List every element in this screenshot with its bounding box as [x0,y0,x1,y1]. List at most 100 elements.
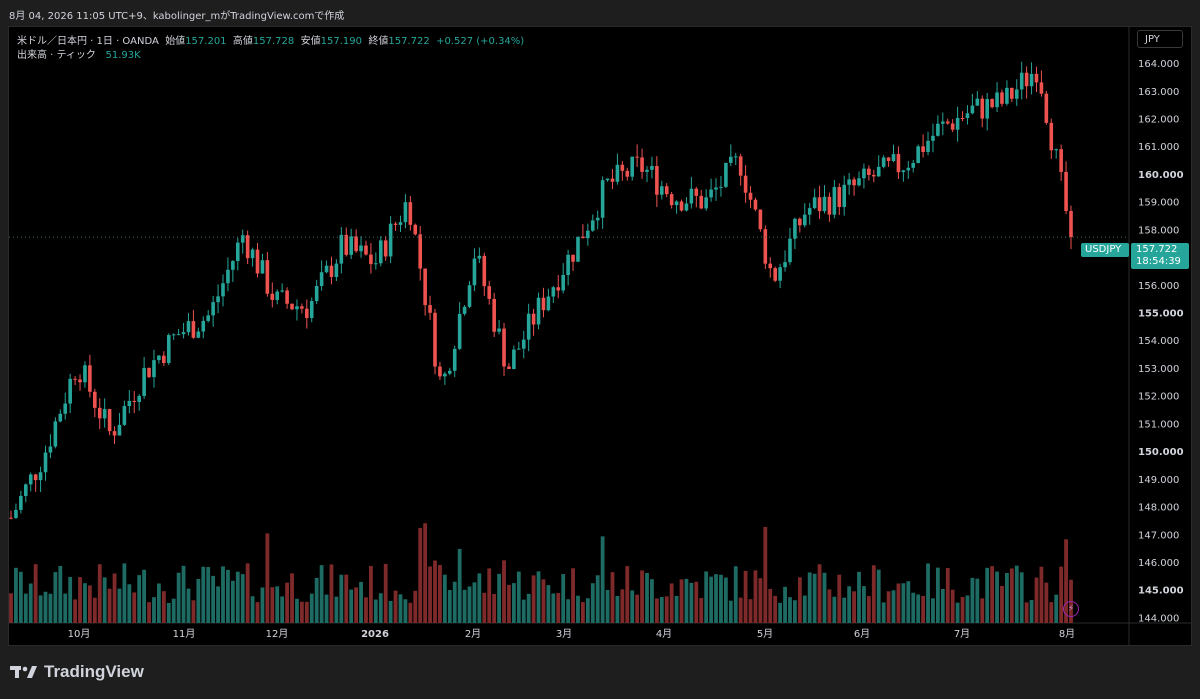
volume-bar [48,593,53,623]
x-tick-label: 2月 [465,628,481,640]
candle-body [590,220,595,231]
volume-bar [847,586,852,623]
lightning-icon[interactable]: ⚡ [1063,601,1079,617]
volume-bar [428,566,432,623]
volume-bar [916,594,921,623]
candle-body [319,272,324,286]
candle-body [941,121,945,124]
volume-bar [906,581,911,623]
volume-bar [186,588,191,623]
volume-bar [73,599,77,623]
candle-body [171,334,176,336]
volume-bar [216,586,220,623]
volume-bar [995,571,999,623]
volume-bar [788,597,792,623]
chart-pane[interactable]: 165.000164.000163.000162.000161.000160.0… [8,26,1192,646]
candle-body [359,245,363,252]
volume-bar [679,579,684,623]
candle-body [620,164,625,171]
x-tick-label: 8月 [1059,628,1075,640]
volume-bar [1034,577,1039,623]
y-tick-label: 149.000 [1138,475,1179,486]
volume-bar [393,590,398,623]
volume-bar [245,563,250,623]
candle-body [1024,72,1029,87]
candle-body [763,229,768,264]
volume-bar [107,588,112,623]
volume-bar [152,597,156,623]
volume-bar [837,574,842,623]
volume-bar [709,576,713,623]
volume-bar [536,571,541,623]
volume-bar [23,593,28,623]
candle-body [275,291,280,300]
candle-body [162,355,166,363]
y-tick-label: 154.000 [1138,336,1179,347]
price-chart[interactable]: 165.000164.000163.000162.000161.000160.0… [9,27,1191,645]
volume-bar [477,573,482,623]
x-tick-label: 3月 [556,628,572,640]
volume-bar [827,589,832,623]
volume-bar [63,593,68,623]
candle-body [235,242,240,262]
volume-bar [354,587,359,623]
volume-bar [457,548,462,623]
volume-bar [339,574,344,623]
currency-selector[interactable]: JPY [1137,30,1183,48]
volume-bar [832,596,837,623]
candle-body [457,313,462,349]
volume-bar [654,598,659,623]
volume-bar [344,574,349,623]
volume-bar [876,569,881,623]
candle-body [960,117,965,119]
candle-body [630,156,635,177]
candle-body [783,262,787,268]
candle-body [901,170,906,173]
candle-body [847,179,851,185]
top-bar: 8月 04, 2026 11:05 UTC+9、kabolinger_mがTra… [0,0,1200,26]
volume-bar [235,571,240,623]
y-tick-label: 156.000 [1138,281,1179,292]
volume-bar [758,578,763,623]
volume-bar [295,598,299,623]
volume-bar [886,591,891,623]
candle-body [191,321,196,338]
volume-bar [640,570,644,623]
candle-body [467,285,472,307]
volume-bar [521,599,526,623]
candle-body [867,168,871,175]
volume-bar [728,600,733,623]
volume-bar [507,584,511,623]
candle-body [1010,87,1014,99]
candle-body [551,287,556,297]
volume-bar [285,582,289,623]
volume-bar [669,583,674,623]
x-tick-label: 11月 [173,628,196,640]
candle-body [48,446,53,453]
x-tick-label: 5月 [757,628,773,640]
candle-body [536,297,541,325]
candle-body [709,189,713,198]
candle-body [309,301,314,318]
candle-body [132,400,137,402]
volume-bar [571,568,575,623]
volume-bar [442,574,447,623]
candle-body [1044,93,1049,123]
bar-countdown: 18:54:39 [1136,256,1181,267]
candle-body [906,167,911,171]
candle-body [9,517,13,519]
candle-body [891,154,896,161]
volume-bar [862,586,866,623]
volume-bar [990,566,995,623]
candle-body [842,184,847,207]
volume-bar [783,586,787,623]
volume-bar [87,585,92,623]
volume-bar [965,595,970,623]
open-value: 157.201 [185,36,227,47]
y-tick-label: 160.000 [1138,170,1184,181]
high-label: 高値 [232,36,253,47]
candle-body [260,260,265,274]
candle-body [166,335,171,363]
volume-bar [866,596,871,623]
x-tick-label: 4月 [656,628,672,640]
